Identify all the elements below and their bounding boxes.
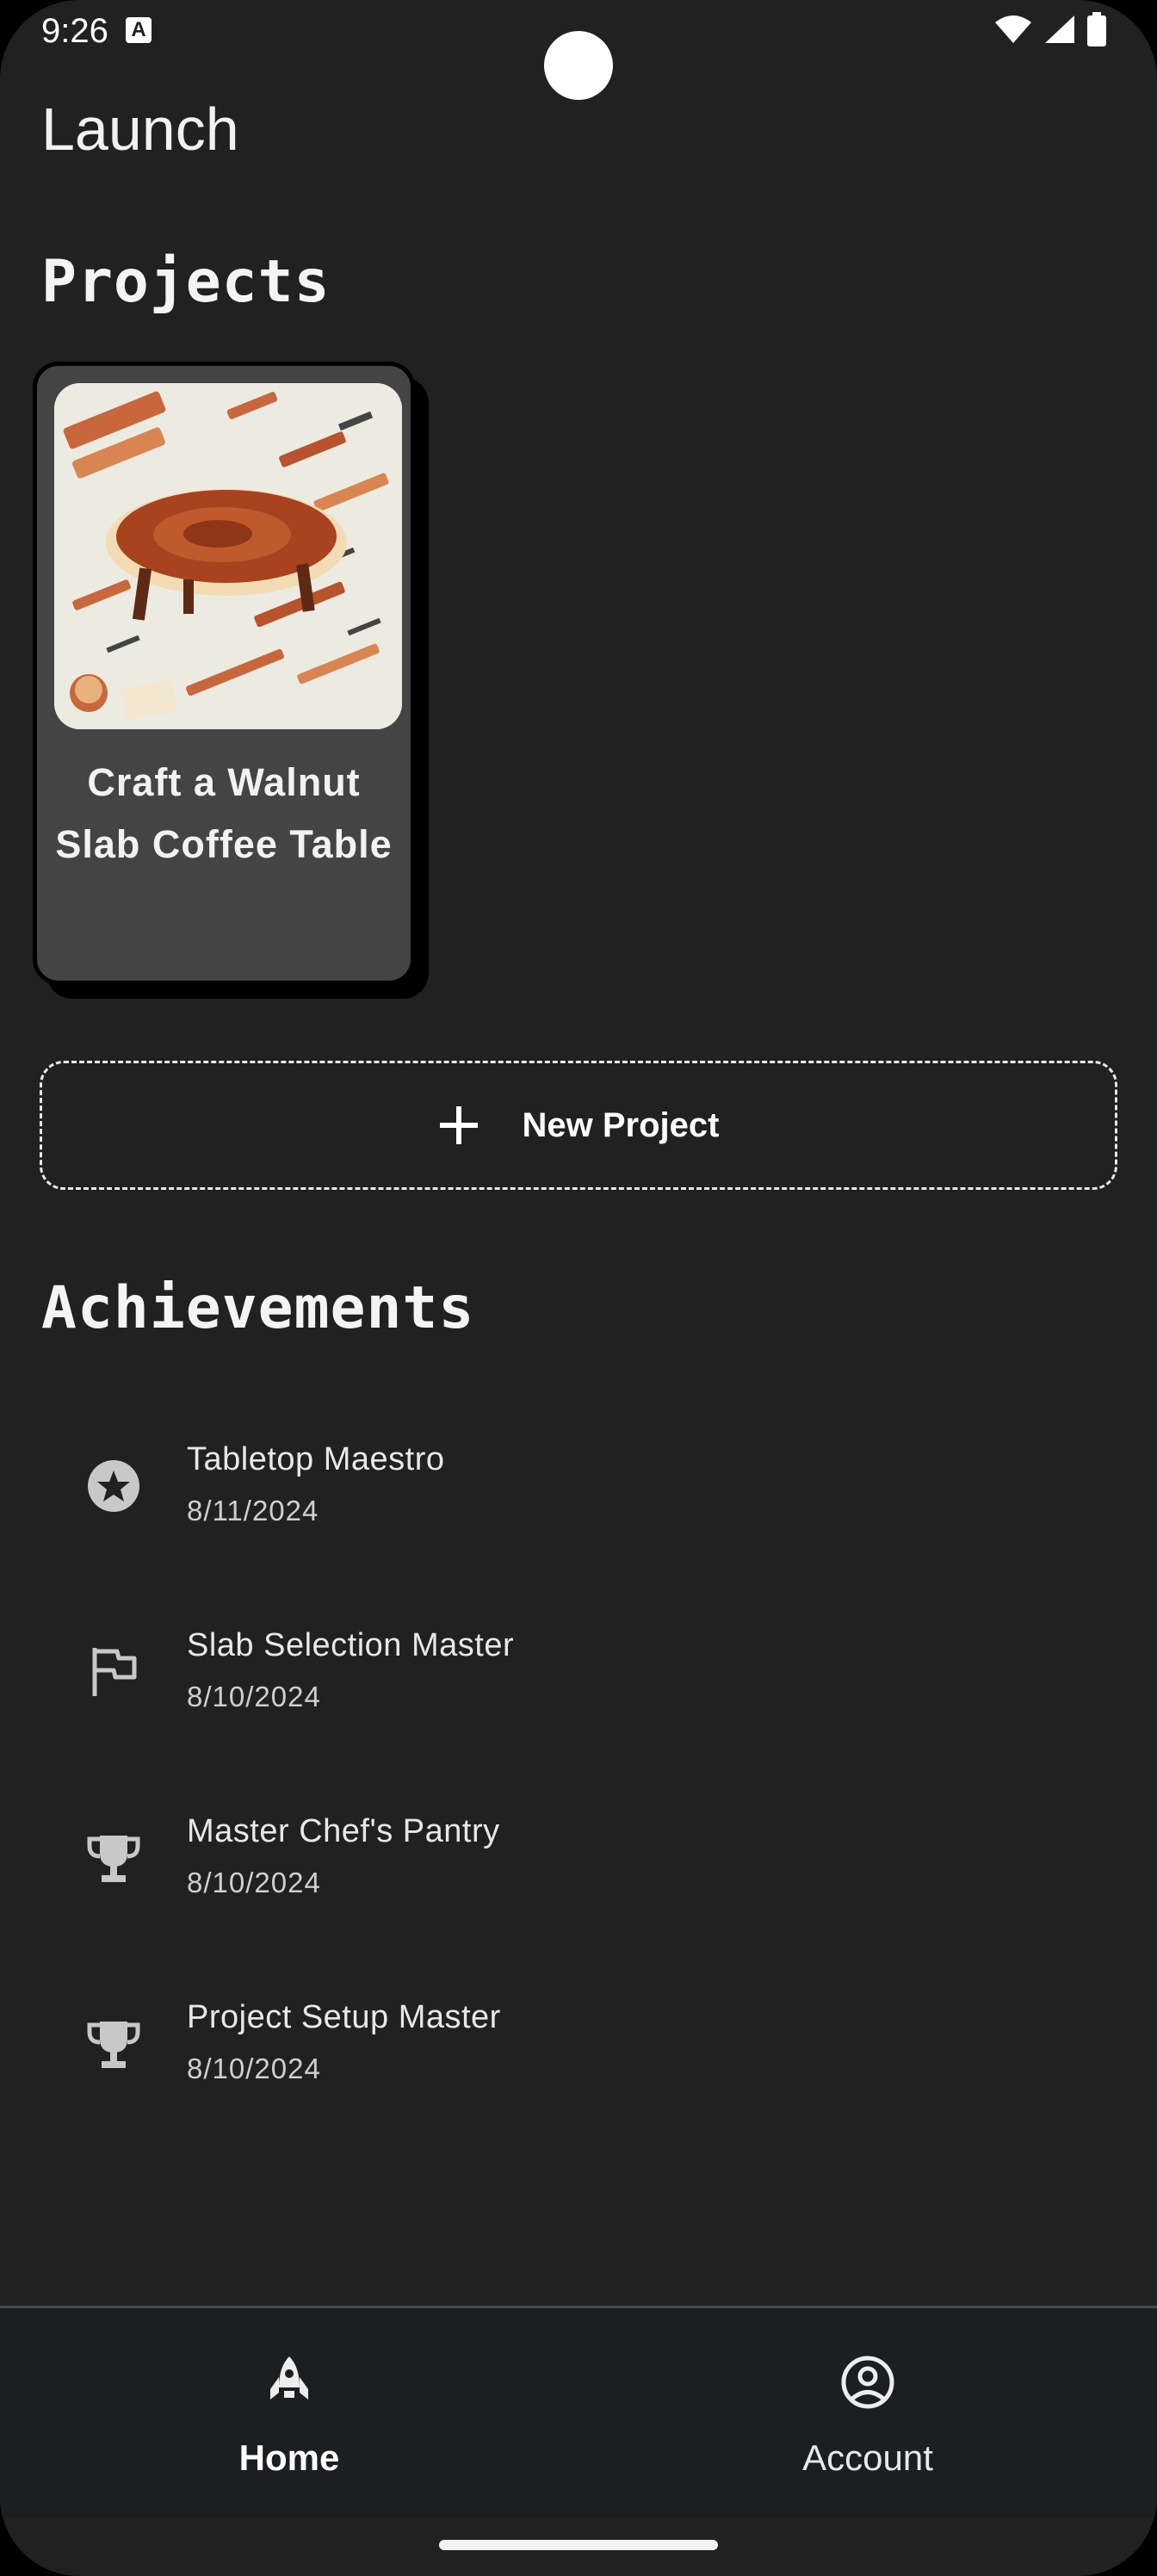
rocket-icon	[270, 2356, 308, 2400]
star-circle-icon	[88, 1460, 139, 1512]
new-project-button[interactable]: New Project	[40, 1061, 1117, 1190]
achievement-date: 8/11/2024	[187, 1495, 319, 1526]
walnut-table-illustration	[54, 383, 402, 729]
achievement-name: Master Chef's Pantry	[187, 1813, 500, 1849]
phone-screen: 9:26 A Launch Projects Craft a Walnut Sl…	[0, 0, 1157, 2576]
nav-label-home: Home	[238, 2437, 340, 2478]
achievement-item[interactable]: Tabletop Maestro 8/11/2024	[0, 1405, 1157, 1591]
projects-heading: Projects	[41, 248, 331, 316]
wifi-icon	[995, 15, 1031, 43]
achievement-name: Project Setup Master	[187, 1999, 501, 2035]
achievement-date: 8/10/2024	[187, 1867, 321, 1898]
achievements-heading: Achievements	[41, 1274, 475, 1342]
notification-a-icon: A	[126, 17, 152, 43]
new-project-label: New Project	[522, 1105, 720, 1144]
home-indicator[interactable]	[439, 2540, 718, 2550]
achievement-date: 8/10/2024	[187, 2053, 321, 2084]
signal-icon	[1045, 15, 1074, 43]
account-circle-icon	[841, 2356, 894, 2409]
project-title: Craft a Walnut Slab Coffee Table	[55, 760, 393, 866]
status-time: 9:26	[41, 12, 108, 50]
nav-item-home[interactable]: Home	[0, 2308, 578, 2518]
trophy-icon	[87, 1836, 140, 1882]
nav-item-account[interactable]: Account	[578, 2308, 1157, 2518]
achievement-name: Tabletop Maestro	[187, 1441, 445, 1477]
app-title: Launch	[41, 96, 239, 163]
trophy-icon	[87, 2022, 140, 2068]
achievement-item[interactable]: Project Setup Master 8/10/2024	[0, 1963, 1157, 2149]
achievement-item[interactable]: Slab Selection Master 8/10/2024	[0, 1591, 1157, 1777]
nav-label-account: Account	[802, 2437, 933, 2478]
achievement-item[interactable]: Master Chef's Pantry 8/10/2024	[0, 1777, 1157, 1963]
project-image	[54, 383, 402, 729]
project-card[interactable]: Craft a Walnut Slab Coffee Table	[33, 362, 415, 985]
battery-icon	[1087, 12, 1106, 46]
flag-icon	[92, 1648, 137, 1696]
achievement-name: Slab Selection Master	[187, 1627, 515, 1663]
status-icons	[993, 12, 1107, 46]
plus-icon	[439, 1106, 478, 1144]
camera-cutout	[544, 31, 613, 100]
bottom-navigation: Home Account	[0, 2306, 1157, 2518]
achievement-date: 8/10/2024	[187, 1681, 321, 1712]
